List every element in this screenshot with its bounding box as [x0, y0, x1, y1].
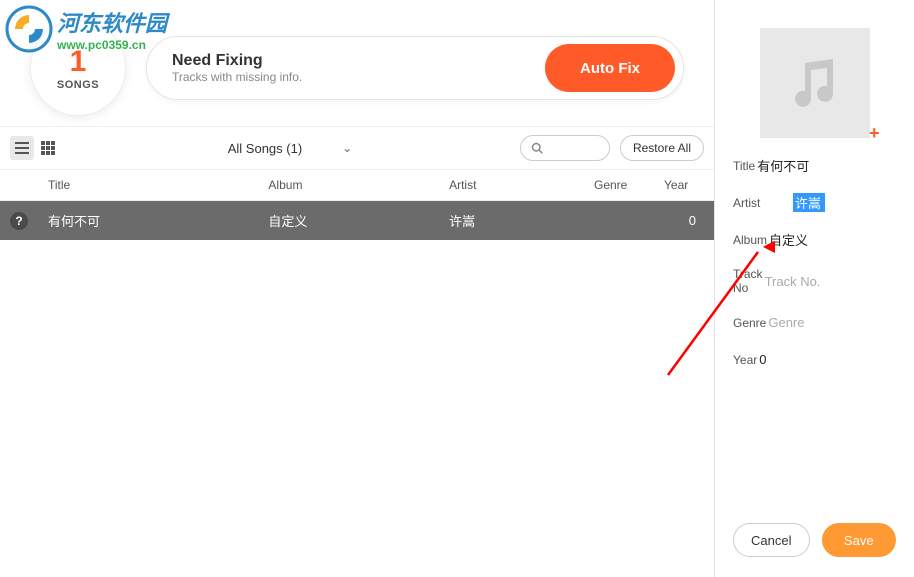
songs-label: SONGS: [57, 79, 99, 91]
title-field[interactable]: [755, 156, 914, 175]
music-note-icon: [785, 53, 845, 113]
question-icon: ?: [10, 212, 28, 230]
col-album[interactable]: Album: [258, 170, 439, 201]
artist-field[interactable]: [793, 193, 825, 212]
arrow-tip-icon: ◀: [763, 236, 775, 256]
list-view-icon[interactable]: [10, 136, 34, 160]
songs-count-circle: 1 SONGS: [30, 20, 126, 116]
col-artist[interactable]: Artist: [439, 170, 584, 201]
grid-view-icon[interactable]: [36, 136, 60, 160]
cell-year: 0: [654, 201, 714, 241]
label-trackno: Track No: [733, 267, 763, 295]
auto-fix-button[interactable]: Auto Fix: [545, 44, 675, 92]
col-title[interactable]: Title: [38, 170, 258, 201]
album-field[interactable]: [767, 230, 914, 249]
need-fixing-subtitle: Tracks with missing info.: [172, 70, 545, 84]
save-button[interactable]: Save: [822, 523, 897, 557]
search-input[interactable]: [520, 135, 610, 161]
trackno-field[interactable]: [763, 272, 914, 291]
songs-count-number: 1: [70, 45, 87, 79]
cell-title: 有何不可: [38, 201, 258, 241]
cell-album: 自定义: [258, 201, 439, 241]
genre-field[interactable]: [766, 313, 914, 332]
label-year: Year: [733, 353, 757, 367]
restore-all-button[interactable]: Restore All: [620, 135, 704, 161]
chevron-down-icon[interactable]: ⌄: [342, 141, 352, 155]
year-field[interactable]: [757, 350, 914, 369]
col-genre[interactable]: Genre: [584, 170, 654, 201]
fix-bar: Need Fixing Tracks with missing info. Au…: [146, 36, 684, 100]
album-art-placeholder[interactable]: +: [760, 28, 870, 138]
add-art-icon[interactable]: +: [869, 123, 880, 144]
table-row[interactable]: ? 有何不可 自定义 许嵩 0: [0, 201, 714, 241]
table-header-row: Title Album Artist Genre Year: [0, 170, 714, 201]
label-album: Album◀: [733, 233, 767, 247]
label-genre: Genre: [733, 316, 766, 330]
col-year[interactable]: Year: [654, 170, 714, 201]
search-icon: [531, 142, 543, 154]
need-fixing-title: Need Fixing: [172, 52, 545, 70]
cancel-button[interactable]: Cancel: [733, 523, 810, 557]
cell-genre: [584, 201, 654, 241]
filter-dropdown[interactable]: All Songs (1): [228, 141, 302, 156]
label-title: Title: [733, 159, 755, 173]
cell-artist: 许嵩: [439, 201, 584, 241]
label-artist: Artist: [733, 196, 793, 210]
